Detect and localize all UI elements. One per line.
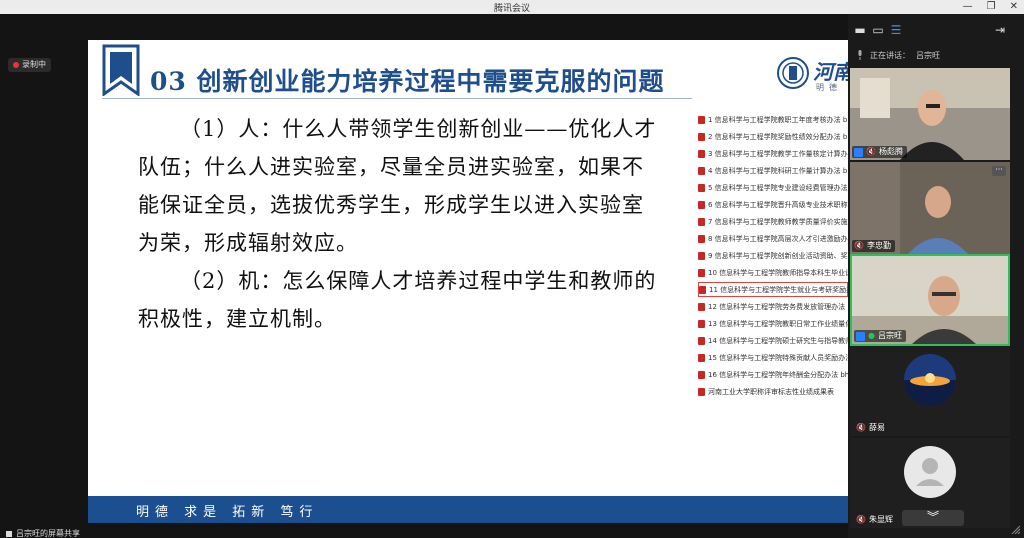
pdf-file-icon — [698, 234, 705, 243]
slide-footer-motto: 明德 求是 拓新 笃行 — [136, 505, 319, 520]
recording-badge[interactable]: 录制中 — [8, 58, 51, 72]
university-seal-icon — [777, 57, 809, 89]
slide-line: （1）人：什么人带领学生创新创业——优化人才 — [180, 117, 657, 141]
gallery-view-icon[interactable]: ☰ — [888, 22, 904, 38]
participant-avatar — [904, 354, 956, 406]
pdf-file-icon — [698, 251, 705, 260]
video-tile[interactable]: 🔇 杨彪腾 — [850, 68, 1010, 160]
slide-line: 队伍；什么人进实验室，尽量全员进实验室，如果不 — [138, 155, 644, 179]
title-divider — [102, 98, 692, 99]
pdf-file-icon — [698, 319, 705, 328]
participant-name-label: 🔇 薛易 — [856, 423, 885, 432]
pdf-file-icon — [698, 200, 705, 209]
pdf-file-icon — [699, 285, 706, 294]
participant-name-label: 🔇 李忠勤 — [852, 240, 895, 252]
user-icon — [856, 331, 865, 341]
file-item[interactable]: 8 信息科学与工程学院高层次人才引进激励办法 — [698, 231, 848, 246]
file-item[interactable]: 9 信息科学与工程学院创新创业活动资助、奖励 — [698, 248, 848, 263]
pdf-file-icon — [698, 166, 705, 175]
file-item[interactable]: 12 信息科学与工程学院劳务费发放管理办法 bh — [698, 299, 848, 314]
slide-line: 为荣，形成辐射效应。 — [138, 231, 358, 255]
slide-line: （2）机：怎么保障人才培养过程中学生和教师的 — [180, 269, 657, 293]
left-gutter: 录制中 — [0, 14, 88, 538]
screen-share-icon — [6, 530, 12, 537]
slide-bottom-margin — [88, 523, 848, 538]
pdf-file-icon — [698, 115, 705, 124]
shared-slide: 03 创新创业能力培养过程中需要克服的问题 河南 明德 求 （1）人：什么人带领… — [88, 40, 848, 523]
file-item[interactable]: 2 信息科学与工程学院奖励性绩效分配办法 bh — [698, 129, 848, 144]
recording-label: 录制中 — [22, 60, 46, 69]
slide-title: 03 创新创业能力培养过程中需要克服的问题 — [150, 67, 665, 96]
pdf-file-icon — [698, 302, 705, 311]
pdf-file-icon — [698, 183, 705, 192]
screen-share-caption: 吕宗旺的屏幕共享 — [6, 528, 80, 538]
university-logo-sub: 明德 求 — [816, 83, 848, 92]
resize-grip-icon[interactable] — [1010, 524, 1020, 534]
minimize-button[interactable]: — — [963, 0, 973, 13]
mic-icon — [858, 50, 862, 60]
participant-name-label: 🔇 杨彪腾 — [852, 146, 907, 158]
pdf-file-icon — [698, 353, 705, 362]
avatar-tile[interactable]: 🔇 薛易 — [850, 346, 1010, 436]
pdf-file-icon — [698, 217, 705, 226]
slide-top-margin — [88, 14, 848, 40]
file-item[interactable]: 16 信息科学与工程学院年终酬金分配办法 bh — [698, 367, 848, 382]
file-item[interactable]: 5 信息科学与工程学院专业建设经费管理办法 b — [698, 180, 848, 195]
minimize-panel-icon[interactable]: ▬ — [852, 22, 868, 38]
file-list: 1 信息科学与工程学院教职工年度考核办法 bh 2 信息科学与工程学院奖励性绩效… — [696, 110, 848, 410]
file-item[interactable]: 7 信息科学与工程学院教师教学质量评价实施办 — [698, 214, 848, 229]
file-item[interactable]: 6 信息科学与工程学院晋升高级专业技术职称入 — [698, 197, 848, 212]
window-title: 腾讯会议 — [493, 4, 530, 14]
slide-line: 能保证全员，选拔优秀学生，形成学生以进入实验室 — [138, 193, 644, 217]
user-icon — [854, 147, 863, 157]
default-avatar-icon — [904, 446, 956, 498]
restore-button[interactable]: ❐ — [987, 0, 996, 13]
panel-toolbar: ▬ ▭ ☰ ⇥ — [848, 20, 1024, 42]
participant-name-label: ● 吕宗旺 — [854, 330, 906, 342]
record-dot-icon — [13, 62, 19, 68]
slide-footer: 明德 求是 拓新 笃行 — [88, 496, 848, 523]
pdf-file-icon — [698, 370, 705, 379]
bookmark-icon — [102, 44, 140, 96]
video-tile[interactable]: ··· 🔇 李忠勤 — [850, 162, 1010, 254]
window-title-bar: 腾讯会议 — ❐ ✕ — [0, 0, 1024, 14]
pdf-file-icon — [698, 336, 705, 345]
participant-name-label: 🔇 朱显辉 — [856, 515, 893, 524]
more-options-button[interactable]: ··· — [992, 166, 1006, 176]
speaking-indicator: 正在讲话： 吕宗旺 — [848, 48, 1024, 62]
window-layout-icon[interactable]: ▭ — [870, 22, 886, 38]
university-logo-text: 河南 — [813, 60, 848, 84]
video-tile-active-speaker[interactable]: ● 吕宗旺 — [850, 254, 1010, 346]
mic-muted-icon: 🔇 — [854, 241, 864, 250]
expand-panel-icon[interactable]: ⇥ — [992, 22, 1008, 38]
pdf-file-icon — [698, 132, 705, 141]
pdf-file-icon — [698, 268, 705, 277]
file-item[interactable]: 14 信息科学与工程学院硕士研究生与指导教师 — [698, 333, 848, 348]
file-item[interactable]: 4 信息科学与工程学院科研工作量计算办法 bh — [698, 163, 848, 178]
mic-on-icon: ● — [868, 331, 875, 340]
close-button[interactable]: ✕ — [1010, 0, 1018, 13]
file-item[interactable]: 河南工业大学职称评审标志性业绩成果表 — [698, 384, 848, 399]
file-item-selected[interactable]: 11 信息科学与工程学院学生就业与考研奖励办 — [698, 282, 848, 297]
pdf-file-icon — [698, 149, 705, 158]
pdf-file-icon — [698, 387, 705, 396]
speaking-name: 吕宗旺 — [916, 50, 940, 60]
file-item[interactable]: 10 信息科学与工程学院教师指导本科生毕业设 — [698, 265, 848, 280]
mic-muted-icon: 🔇 — [856, 515, 866, 524]
participants-panel: ▬ ▭ ☰ ⇥ 正在讲话： 吕宗旺 🔇 杨彪腾 ··· 🔇 李忠勤 ● 吕宗旺 … — [848, 14, 1024, 538]
file-item[interactable]: 1 信息科学与工程学院教职工年度考核办法 bh — [698, 112, 848, 127]
speaking-label: 正在讲话： — [870, 50, 910, 60]
mic-muted-icon: 🔇 — [866, 147, 876, 156]
file-item[interactable]: 13 信息科学与工程学院教职日常工作业绩量化 — [698, 316, 848, 331]
slide-body: （1）人：什么人带领学生创新创业——优化人才 队伍；什么人进实验室，尽量全员进实… — [138, 110, 698, 338]
file-item[interactable]: 15 信息科学与工程学院特殊贡献人员奖励办法 — [698, 350, 848, 365]
file-item[interactable]: 3 信息科学与工程学院教学工作量核定计算办法 — [698, 146, 848, 161]
mic-muted-icon: 🔇 — [856, 423, 866, 432]
scroll-down-button[interactable]: ︾ — [902, 510, 964, 526]
slide-line: 积极性，建立机制。 — [138, 307, 336, 331]
